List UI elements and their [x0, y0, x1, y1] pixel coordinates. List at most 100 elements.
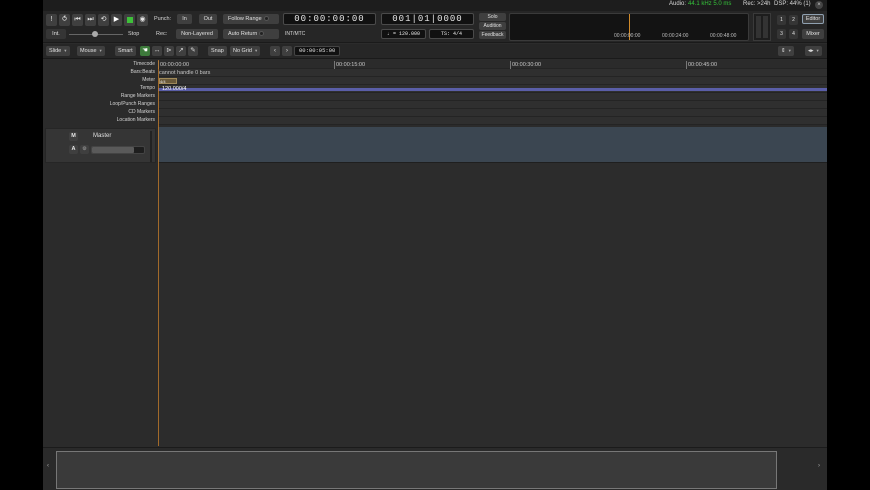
play-button[interactable]: ▶ [111, 14, 122, 26]
window-slot-1-button[interactable]: 1 [777, 15, 786, 25]
transport-toolbar: ! ⥀ ⏮ ⏭ ⟲ ▶ ◉ Int. Stop Punch: In Out Re… [43, 11, 827, 43]
bbt-ruler-message: cannot handle 0 bars [159, 70, 211, 76]
cd-markers-ruler[interactable] [158, 109, 827, 117]
master-track-meter [150, 131, 152, 162]
mixer-window-button[interactable]: Mixer [802, 29, 824, 39]
window-slot-2-button[interactable]: 2 [789, 15, 798, 25]
visible-tracks-select[interactable]: ◂▸ ▾ [805, 46, 822, 56]
track-canvas[interactable] [158, 127, 827, 447]
solo-button[interactable]: Solo [479, 13, 506, 21]
master-track-header[interactable]: M Master A ⚙ [45, 128, 156, 163]
grid-type-value: No Grid [233, 48, 252, 54]
goto-end-button[interactable]: ⏭ [85, 14, 96, 26]
mini-timeline-tick: 00:00:24:00 [662, 33, 689, 39]
window-slot-3-button[interactable]: 3 [777, 29, 786, 39]
tempo-display[interactable]: ♩ = 120.000 [381, 29, 426, 39]
grid-type-select[interactable]: No Grid ▾ [230, 46, 261, 56]
master-automation-button[interactable]: A [69, 145, 78, 154]
snap-button[interactable]: Snap [208, 46, 227, 56]
audio-status-label: Audio: [669, 1, 687, 7]
auto-return-label: Auto Return [228, 31, 258, 37]
draw-tool-icon[interactable]: ✎ [188, 46, 198, 56]
nudge-clock[interactable]: 00:00:05:00 [294, 46, 341, 56]
shuttle-handle[interactable] [92, 31, 98, 37]
secondary-clock[interactable]: 001|01|0000 [381, 13, 474, 25]
rec-mode-select[interactable]: Non-Layered [176, 29, 218, 39]
chevron-left-icon[interactable]: ‹ [47, 463, 49, 469]
chevron-right-icon[interactable]: › [818, 463, 820, 469]
master-gain-fader[interactable] [91, 146, 145, 154]
punch-label: Punch: [154, 16, 172, 22]
stretch-tool-icon[interactable]: ↗ [176, 46, 186, 56]
primary-clock-sync: INT/MTC [285, 31, 306, 37]
summary-view-window[interactable] [56, 451, 777, 489]
nudge-backward-icon[interactable]: ‹ [270, 46, 280, 56]
location-markers-ruler[interactable] [158, 117, 827, 125]
timecode-tick: 00:00:45:00 [686, 61, 718, 69]
edit-mode-value: Slide [49, 48, 62, 54]
meter-bar-left [756, 16, 761, 38]
window-slot-4-button[interactable]: 4 [789, 29, 798, 39]
status-bar: Audio: 44.1 kHz 5.0 ms Rec: >24h DSP: 44… [43, 0, 827, 11]
midi-panic-button[interactable]: ! [46, 14, 57, 26]
internal-sync-button[interactable]: Int. [46, 29, 66, 39]
tempo-ruler[interactable]: 120.000/4 [158, 85, 827, 93]
mini-timeline-tick: 00:00:48:00 [710, 33, 737, 39]
tempo-marker[interactable]: 120.000/4 [162, 85, 186, 93]
range-markers-ruler[interactable] [158, 93, 827, 101]
playhead-cursor[interactable] [158, 60, 159, 446]
loop-punch-ruler[interactable] [158, 101, 827, 109]
meter-bar-right [763, 16, 768, 38]
audition-button[interactable]: Audition [479, 22, 506, 30]
grab-tool-icon[interactable]: ☚ [140, 46, 150, 56]
summary-pane[interactable]: ‹ › [43, 447, 827, 490]
follow-range-button[interactable]: Follow Range [223, 14, 279, 24]
cut-tool-icon[interactable]: ⊳ [164, 46, 174, 56]
rec-mode-label: Rec: [156, 31, 168, 37]
timecode-ruler[interactable]: 00:00:00:00 00:00:15:00 00:00:30:00 00:0… [158, 61, 827, 69]
editor-window-button[interactable]: Editor [802, 14, 824, 24]
punch-in-button[interactable]: In [177, 14, 192, 24]
mini-timeline-tick: 00:00:00:00 [614, 33, 641, 39]
visible-tracks-icon: ◂▸ [808, 48, 814, 54]
timecode-tick: 00:00:30:00 [510, 61, 542, 69]
loop-button[interactable]: ⥀ [59, 14, 70, 26]
master-track-lane[interactable] [158, 127, 827, 163]
master-gain-fill [92, 147, 134, 153]
chevron-down-icon: ▾ [254, 48, 258, 53]
gear-icon[interactable]: ⚙ [80, 145, 89, 154]
master-track-name[interactable]: Master [93, 133, 111, 139]
record-button[interactable]: ◉ [137, 14, 148, 26]
ruler-label-location-markers: Location Markers [116, 117, 155, 123]
range-tool-icon[interactable]: ↔ [152, 46, 162, 56]
ripple-mode-select[interactable]: Mouse ▾ [77, 46, 105, 56]
meter-marker[interactable]: 4/4 [159, 78, 177, 84]
bbt-ruler[interactable]: cannot handle 0 bars [158, 69, 827, 77]
feedback-button[interactable]: Feedback [479, 31, 506, 39]
nudge-forward-icon[interactable]: › [282, 46, 292, 56]
stop-icon [126, 17, 133, 23]
primary-clock[interactable]: 00:00:00:00 [283, 13, 376, 25]
goto-start-button[interactable]: ⏮ [72, 14, 83, 26]
mini-timeline[interactable]: 00:00:00:00 00:00:24:00 00:00:48:00 [509, 13, 749, 41]
timecode-tick: 00:00:15:00 [334, 61, 366, 69]
dsp-load-status: DSP: 44% (1) [774, 1, 811, 7]
ruler-area: Timecode Bars:Beats Meter Tempo Range Ma… [43, 60, 827, 126]
edit-mode-select[interactable]: Slide ▾ [46, 46, 70, 56]
smart-mode-button[interactable]: Smart [115, 46, 136, 56]
zoom-focus-select[interactable]: ⇕ ▾ [778, 46, 794, 56]
meter-display[interactable]: TS: 4/4 [429, 29, 474, 39]
punch-out-button[interactable]: Out [199, 14, 217, 24]
master-mute-button[interactable]: M [69, 132, 78, 141]
rec-time-status: Rec: >24h [743, 1, 771, 7]
ruler-label-loop-punch: Loop/Punch Ranges [109, 101, 155, 107]
zoom-focus-icon: ⇕ [781, 48, 786, 54]
chevron-down-icon: ▾ [64, 48, 67, 53]
chevron-down-icon: ▾ [816, 48, 819, 53]
loop-play-button[interactable]: ⟲ [98, 14, 109, 26]
auto-return-button[interactable]: Auto Return [223, 29, 279, 39]
close-icon[interactable]: × [815, 1, 823, 9]
track-headers: M Master A ⚙ [43, 127, 158, 447]
meter-ruler[interactable]: 4/4 [158, 77, 827, 85]
stop-button[interactable] [124, 14, 135, 26]
